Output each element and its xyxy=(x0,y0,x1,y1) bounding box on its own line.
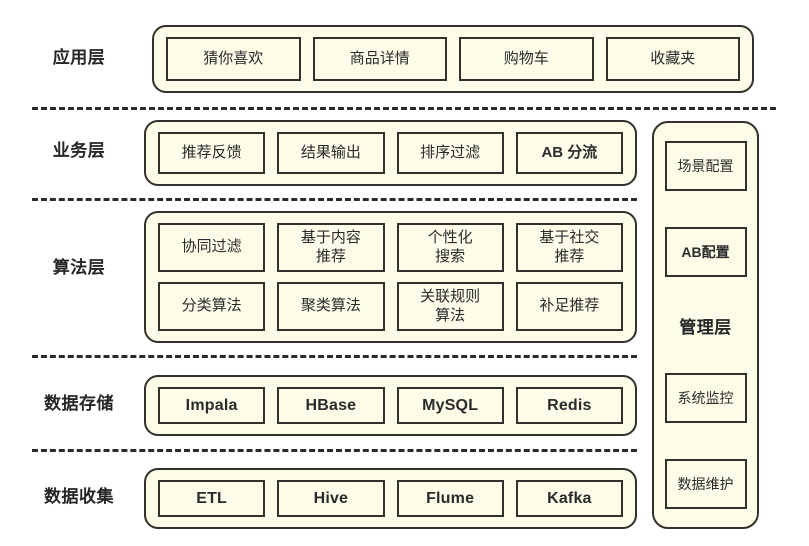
separator-storage-collection xyxy=(32,449,637,452)
node-algo-collaborative-filtering[interactable]: 协同过滤 xyxy=(158,223,266,272)
node-storage-impala[interactable]: Impala xyxy=(158,387,266,424)
node-collection-kafka[interactable]: Kafka xyxy=(515,480,623,517)
group-storage-layer: Impala HBase MySQL Redis xyxy=(144,375,637,436)
node-app-favorites[interactable]: 收藏夹 xyxy=(605,37,740,81)
node-biz-rank-filter[interactable]: 排序过滤 xyxy=(396,132,504,174)
group-algorithm-layer: 协同过滤 基于内容 推荐 个性化 搜索 基于社交 推荐 分类算法 聚类算法 关联… xyxy=(144,211,637,343)
group-management-layer: 场景配置 AB配置 管理层 系统监控 数据维护 xyxy=(652,121,759,529)
node-algo-personalized-search[interactable]: 个性化 搜索 xyxy=(396,223,504,272)
node-algo-classification[interactable]: 分类算法 xyxy=(158,282,266,331)
node-collection-etl[interactable]: ETL xyxy=(158,480,266,517)
layer-label-collection: 数据收集 xyxy=(44,487,114,506)
group-row: 协同过滤 基于内容 推荐 个性化 搜索 基于社交 推荐 xyxy=(158,223,623,272)
node-algo-supplement-recommend[interactable]: 补足推荐 xyxy=(515,282,623,331)
management-layer-title: 管理层 xyxy=(679,317,732,337)
node-mgmt-system-monitor[interactable]: 系统监控 xyxy=(664,373,747,424)
group-row: Impala HBase MySQL Redis xyxy=(158,387,623,424)
node-app-guess-you-like[interactable]: 猜你喜欢 xyxy=(166,37,301,81)
node-collection-flume[interactable]: Flume xyxy=(396,480,504,517)
group-row: 分类算法 聚类算法 关联规则 算法 补足推荐 xyxy=(158,282,623,331)
node-biz-ab-split[interactable]: AB 分流 xyxy=(515,132,623,174)
group-application-layer: 猜你喜欢 商品详情 购物车 收藏夹 xyxy=(152,25,754,93)
node-storage-mysql[interactable]: MySQL xyxy=(396,387,504,424)
node-mgmt-scene-config[interactable]: 场景配置 xyxy=(664,141,747,191)
layer-label-storage: 数据存储 xyxy=(44,394,114,413)
layer-label-application: 应用层 xyxy=(52,48,106,67)
group-row: 推荐反馈 结果输出 排序过滤 AB 分流 xyxy=(158,132,623,174)
node-collection-hive[interactable]: Hive xyxy=(277,480,385,517)
node-algo-content-based-recommend[interactable]: 基于内容 推荐 xyxy=(277,223,385,272)
node-algo-social-based-recommend[interactable]: 基于社交 推荐 xyxy=(515,223,623,272)
layer-label-business: 业务层 xyxy=(52,141,106,160)
node-mgmt-ab-config[interactable]: AB配置 xyxy=(664,226,747,277)
separator-business-algorithm xyxy=(32,198,637,201)
node-app-product-detail[interactable]: 商品详情 xyxy=(312,37,447,81)
node-biz-recommend-feedback[interactable]: 推荐反馈 xyxy=(158,132,266,174)
node-storage-hbase[interactable]: HBase xyxy=(277,387,385,424)
group-row: ETL Hive Flume Kafka xyxy=(158,480,623,517)
architecture-diagram: 应用层 业务层 算法层 数据存储 数据收集 猜你喜欢 商品详情 购物车 收藏夹 … xyxy=(0,0,809,546)
group-business-layer: 推荐反馈 结果输出 排序过滤 AB 分流 xyxy=(144,120,637,186)
separator-algorithm-storage xyxy=(32,355,637,358)
node-mgmt-data-maintenance[interactable]: 数据维护 xyxy=(664,459,747,509)
group-row: 猜你喜欢 商品详情 购物车 收藏夹 xyxy=(166,37,740,81)
separator-application-business xyxy=(32,107,776,110)
node-biz-result-output[interactable]: 结果输出 xyxy=(277,132,385,174)
node-storage-redis[interactable]: Redis xyxy=(515,387,623,424)
layer-label-algorithm: 算法层 xyxy=(52,258,106,277)
node-algo-clustering[interactable]: 聚类算法 xyxy=(277,282,385,331)
node-algo-association-rules[interactable]: 关联规则 算法 xyxy=(396,282,504,331)
group-collection-layer: ETL Hive Flume Kafka xyxy=(144,468,637,529)
node-app-shopping-cart[interactable]: 购物车 xyxy=(459,37,594,81)
